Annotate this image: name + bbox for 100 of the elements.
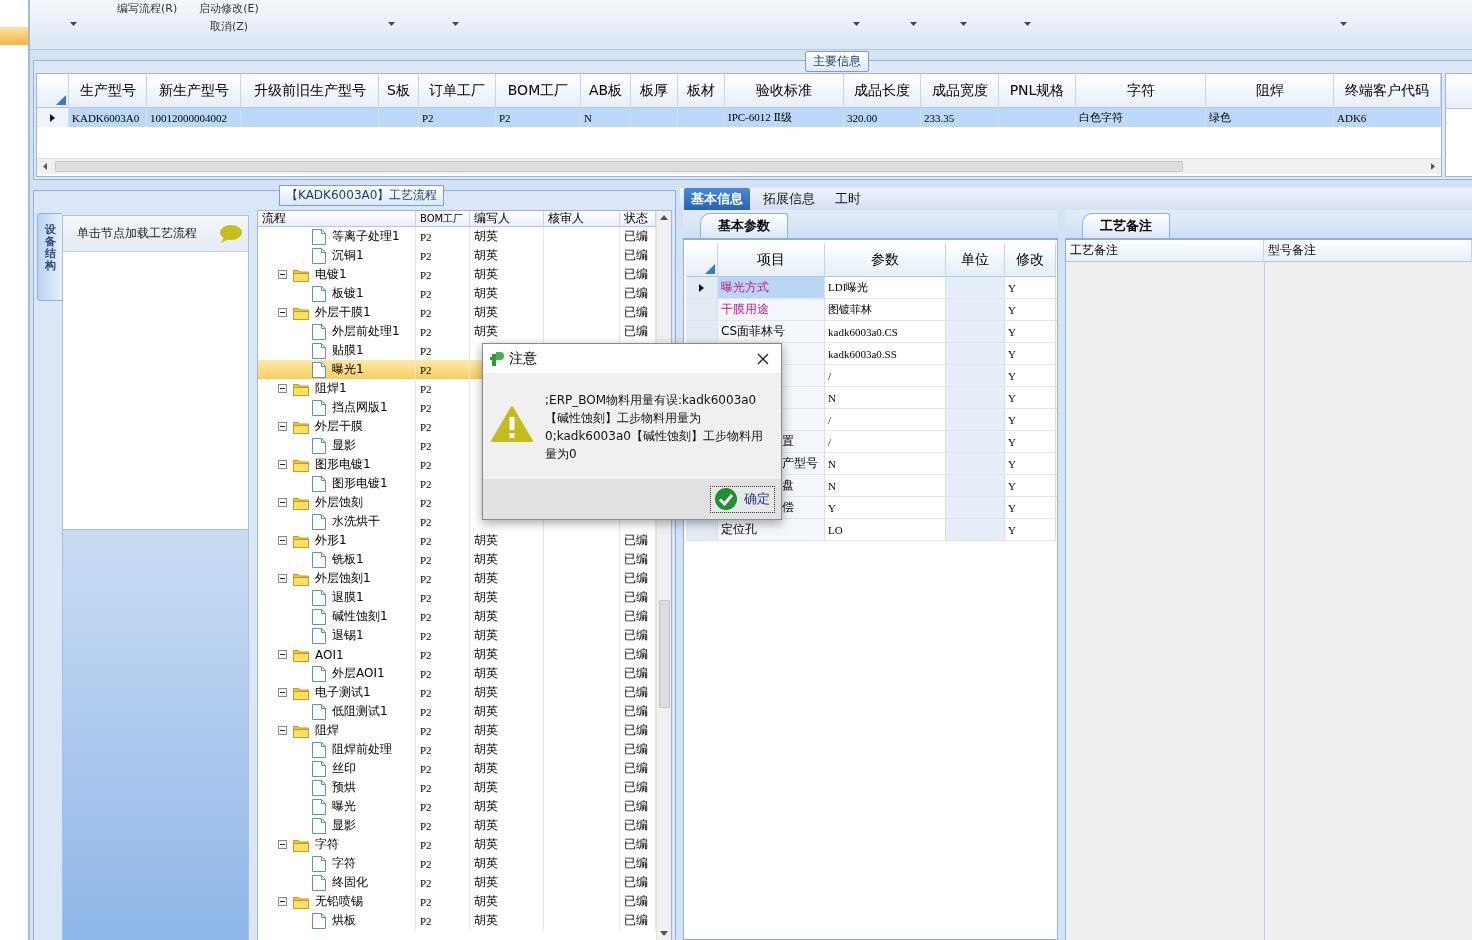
tree-row[interactable]: 烘板 P2 胡英 已编 [258,911,656,930]
tree-row[interactable]: 终固化 P2 胡英 已编 [258,873,656,892]
tree-row[interactable]: 碱性蚀刻1 P2 胡英 已编 [258,607,656,626]
table-cell: P2 [420,914,432,927]
dropdown-caret-icon[interactable] [960,22,967,26]
table-cell: Y [1008,281,1016,294]
collapse-icon[interactable] [278,536,287,545]
tree-row[interactable]: 外层蚀刻1 P2 胡英 已编 [258,569,656,588]
tree-row[interactable]: 阻焊前处理 P2 胡英 已编 [258,740,656,759]
tree-row[interactable]: 电子测试1 P2 胡英 已编 [258,683,656,702]
horizontal-scrollbar[interactable] [37,158,1441,174]
tab[interactable]: 基本参数 [700,213,788,238]
column-header[interactable]: 终端客户代码 [1334,74,1441,108]
dropdown-caret-icon[interactable] [388,22,395,26]
column-header[interactable]: 订单工厂 [419,74,496,108]
tree-row[interactable]: 外层前处理1 P2 胡英 已编 [258,322,656,341]
collapse-icon[interactable] [278,498,287,507]
scrollbar-thumb[interactable] [658,600,670,708]
table-row[interactable]: CS面菲林号 kadk6003a0.CS Y [686,321,1057,343]
tab[interactable]: 工艺备注 [1082,213,1170,238]
column-header[interactable]: 阻焊 [1206,74,1334,108]
column-header[interactable]: 参数 [825,243,946,277]
tree-row[interactable]: 无铅喷锡 P2 胡英 已编 [258,892,656,911]
tree-row[interactable]: 退膜1 P2 胡英 已编 [258,588,656,607]
collapse-icon[interactable] [278,422,287,431]
ok-button[interactable]: 确定 [710,485,775,513]
side-tab[interactable]: 设备结构 [37,213,62,301]
dropdown-caret-icon[interactable] [853,22,860,26]
column-header[interactable]: 状态 [620,211,656,227]
table-row[interactable]: 曝光方式 LDI曝光 Y [686,277,1057,299]
collapse-icon[interactable] [278,840,287,849]
tree-row[interactable]: 外层AOI1 P2 胡英 已编 [258,664,656,683]
menu-item[interactable]: 取消(Z) [209,19,249,34]
column-header[interactable]: 单位 [946,243,1005,277]
collapse-icon[interactable] [278,270,287,279]
table-cell: 胡英 [474,570,498,587]
collapse-icon[interactable] [278,688,287,697]
column-header[interactable]: 工艺备注 [1066,240,1264,262]
column-header[interactable]: 升级前旧生产型号 [241,74,379,108]
dropdown-caret-icon[interactable] [1024,22,1031,26]
column-header[interactable]: 成品长度 [844,74,921,108]
tree-row[interactable]: 显影 P2 胡英 已编 [258,816,656,835]
tree-row[interactable]: 字符 P2 胡英 已编 [258,854,656,873]
tree-row[interactable]: 曝光 P2 胡英 已编 [258,797,656,816]
collapse-icon[interactable] [278,384,287,393]
tree-row[interactable]: 沉铜1 P2 胡英 已编 [258,246,656,265]
tree-row[interactable]: 阻焊 P2 胡英 已编 [258,721,656,740]
tree-row[interactable]: 电镀1 P2 胡英 已编 [258,265,656,284]
table-cell: 胡英 [474,646,498,663]
column-header[interactable]: 核审人 [544,211,620,227]
column-header[interactable]: 编写人 [470,211,544,227]
menu-item[interactable]: 启动修改(E) [199,1,259,16]
tree-row[interactable]: 外形1 P2 胡英 已编 [258,531,656,550]
column-header[interactable]: 生产型号 [69,74,147,108]
column-header[interactable]: PNL规格 [999,74,1076,108]
tree-row[interactable]: 退锡1 P2 胡英 已编 [258,626,656,645]
collapse-icon[interactable] [278,308,287,317]
tree-row[interactable]: 丝印 P2 胡英 已编 [258,759,656,778]
table-row[interactable]: KADK6003A0 10012000004002 P2 P2 N IPC-6012 Ⅱ级 320.00 233.35 白色字符 绿色 ADK6 [37,108,1441,127]
document-icon [312,228,326,245]
tree-row[interactable]: 等离子处理1 P2 胡英 已编 [258,227,656,246]
table-cell: 胡英 [474,266,498,283]
tree-row[interactable]: 低阻测试1 P2 胡英 已编 [258,702,656,721]
column-header[interactable]: 板厚 [631,74,678,108]
collapse-icon[interactable] [278,897,287,906]
tab[interactable]: 基本信息 [684,188,750,210]
column-header[interactable]: 新生产型号 [147,74,241,108]
table-row[interactable]: 定位孔 LO Y [686,519,1057,541]
tree-row[interactable]: 预烘 P2 胡英 已编 [258,778,656,797]
column-header[interactable]: 板材 [678,74,725,108]
scrollbar-thumb[interactable] [55,161,1183,172]
column-header[interactable]: 修改 [1005,243,1056,277]
dropdown-caret-icon[interactable] [70,22,77,26]
tab[interactable]: 拓展信息 [756,188,822,210]
column-header[interactable]: 成品宽度 [921,74,999,108]
column-header[interactable]: 流程 [258,211,416,227]
dropdown-caret-icon[interactable] [452,22,459,26]
tree-row[interactable]: AOI1 P2 胡英 已编 [258,645,656,664]
column-header[interactable]: 项目 [718,243,825,277]
column-header[interactable]: 型号备注 [1264,240,1472,262]
collapse-icon[interactable] [278,574,287,583]
column-header[interactable]: BOM工厂 [496,74,581,108]
dropdown-caret-icon[interactable] [1340,22,1347,26]
column-header[interactable]: 字符 [1076,74,1206,108]
table-row[interactable]: 干膜用途 图镀菲林 Y [686,299,1057,321]
column-header[interactable]: AB板 [581,74,631,108]
tree-row[interactable]: 字符 P2 胡英 已编 [258,835,656,854]
collapse-icon[interactable] [278,726,287,735]
tree-row[interactable]: 铣板1 P2 胡英 已编 [258,550,656,569]
column-header[interactable]: 验收标准 [725,74,844,108]
menu-item[interactable]: 编写流程(R) [117,1,178,16]
tree-row[interactable]: 外层干膜1 P2 胡英 已编 [258,303,656,322]
column-header[interactable]: BOM工厂 [416,211,470,227]
tab[interactable]: 工时 [828,188,868,210]
collapse-icon[interactable] [278,460,287,469]
tree-row[interactable]: 板镀1 P2 胡英 已编 [258,284,656,303]
collapse-icon[interactable] [278,650,287,659]
column-header[interactable]: S板 [379,74,419,108]
dropdown-caret-icon[interactable] [910,22,917,26]
table-cell: / [828,435,832,448]
